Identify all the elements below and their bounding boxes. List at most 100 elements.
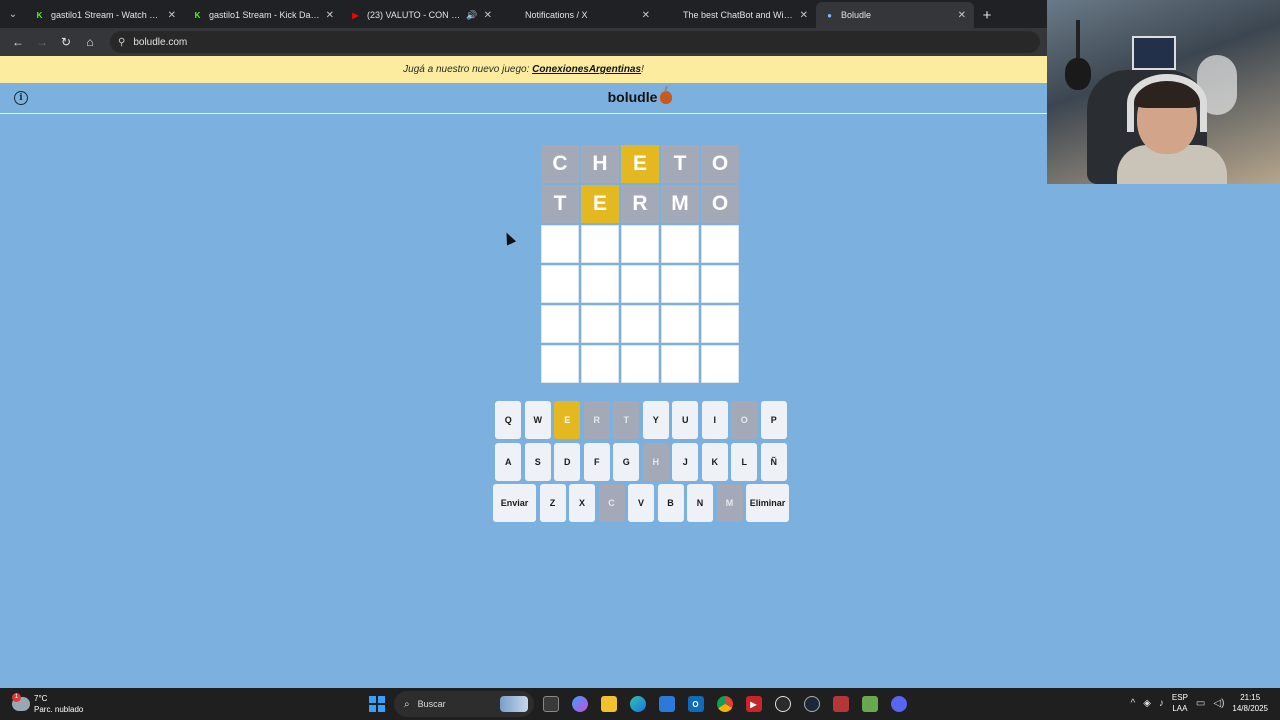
letter-key[interactable]: U [672,401,699,439]
board-tile: R [621,185,659,223]
language-indicator[interactable]: ESP LAA [1172,692,1188,714]
weather-widget[interactable]: 7°C Parc. nublado [12,693,83,715]
back-arrow-icon[interactable]: ← [6,30,30,54]
x-icon: X [510,10,517,20]
edge-icon[interactable] [625,691,650,717]
close-tab-icon[interactable]: ✕ [958,10,966,21]
letter-key[interactable]: N [687,484,713,522]
forward-arrow-icon[interactable]: → [30,30,54,54]
letter-key[interactable]: C [598,484,625,522]
letter-key[interactable]: O [731,401,758,439]
letter-key[interactable]: J [672,442,699,481]
browser-tab[interactable]: X Notifications / X ✕ [500,2,658,28]
browser-tab[interactable]: ◆ The best ChatBot and Widgets ✕ [658,2,816,28]
chatbot-icon: ◆ [668,10,675,20]
board-tile [581,345,619,383]
mixer-app-icon[interactable] [828,691,853,717]
letter-key[interactable]: Ñ [760,442,787,481]
taskbar-search[interactable]: ⌕ Buscar [394,691,534,717]
outlook-icon[interactable]: O [683,691,708,717]
media-app-icon[interactable]: ▶ [741,691,766,717]
letter-key[interactable]: I [701,401,728,439]
copilot-icon[interactable] [567,691,592,717]
new-tab-button[interactable]: + [974,2,1000,28]
home-icon[interactable]: ⌂ [78,30,102,54]
steam-icon[interactable] [799,691,824,717]
browser-tab[interactable]: Kgastilo1 Stream - Watch Live on ✕ [26,2,184,28]
letter-key[interactable]: Z [539,484,566,522]
tray-app-icon[interactable]: ◈ [1143,698,1151,709]
letter-key[interactable]: S [524,442,551,481]
letter-key[interactable]: Q [495,401,522,439]
chrome-icon[interactable] [712,691,737,717]
search-icon: ⌕ [404,698,410,710]
letter-key[interactable]: D [554,442,581,481]
delete-key[interactable]: Eliminar [746,484,789,522]
store-icon[interactable] [654,691,679,717]
letter-key[interactable]: M [716,484,743,522]
board-row [541,345,741,383]
windows-taskbar: 7°C Parc. nublado ⌕ Buscar O ▶ ^ ◈ ♪ ESP [0,688,1280,720]
letter-key[interactable]: F [583,442,610,481]
letter-key[interactable]: K [701,442,728,481]
letter-key[interactable]: Y [642,401,669,439]
close-tab-icon[interactable]: ✕ [800,10,808,21]
board-tile: H [581,145,619,183]
board-tile: O [701,145,739,183]
task-view-icon[interactable] [538,691,563,717]
close-tab-icon[interactable]: ✕ [642,10,650,21]
globe-icon: ● [827,10,832,20]
site-info-icon[interactable]: ⚲ [118,37,125,48]
letter-key[interactable]: X [569,484,595,522]
close-tab-icon[interactable]: ✕ [326,10,334,21]
enter-key[interactable]: Enviar [493,484,536,522]
tab-search-dropdown-icon[interactable]: ⌄ [0,0,26,28]
board-tile: E [621,145,659,183]
close-tab-icon[interactable]: ✕ [484,10,492,21]
board-tile [621,345,659,383]
browser-tab[interactable]: Kgastilo1 Stream - Kick Dashboard ✕ [184,2,342,28]
board-tile [541,305,579,343]
letter-key[interactable]: W [524,401,551,439]
conexiones-argentinas-link[interactable]: ConexionesArgentinas [532,64,641,75]
banner-prefix: Jugá a nuestro nuevo juego: [403,64,530,75]
letter-key[interactable]: R [583,401,610,439]
search-placeholder: Buscar [417,699,446,709]
minecraft-icon[interactable] [857,691,882,717]
browser-toolbar: ← → ↻ ⌂ ⚲ boludle.com [0,28,1047,56]
network-icon[interactable]: ▭ [1196,698,1205,709]
letter-key[interactable]: H [642,442,669,481]
discord-icon[interactable] [886,691,911,717]
board-row [541,225,741,263]
address-bar[interactable]: ⚲ boludle.com [110,31,1040,53]
obs-icon[interactable] [770,691,795,717]
board-tile [621,225,659,263]
letter-key[interactable]: B [657,484,684,522]
board-tile: M [661,185,699,223]
reload-icon[interactable]: ↻ [54,30,78,54]
lang-code: ESP [1171,693,1188,702]
file-explorer-icon[interactable] [596,691,621,717]
clock[interactable]: 21:15 14/8/2025 [1232,692,1268,714]
board-tile: T [661,145,699,183]
game-header: i boludle [0,83,1047,114]
letter-key[interactable]: P [760,401,787,439]
speaker-icon[interactable]: 🔊 [466,10,477,21]
letter-key[interactable]: T [613,401,640,439]
letter-key[interactable]: E [554,401,581,439]
letter-key[interactable]: V [628,484,654,522]
board-tile [701,305,739,343]
letter-key[interactable]: L [731,442,758,481]
board-tile: O [701,185,739,223]
browser-tab[interactable]: ● Boludle ✕ [816,2,974,28]
board-tile [581,305,619,343]
browser-tab-bar: ⌄ Kgastilo1 Stream - Watch Live on✕Kgast… [0,0,1047,28]
microphone-icon[interactable]: ♪ [1159,698,1164,709]
browser-tab[interactable]: ▶ (23) VALUTO - CON EL UNIVERSO 🔊 ✕ [342,2,500,28]
start-button[interactable] [364,691,390,717]
volume-icon[interactable]: ◁) [1213,698,1224,709]
close-tab-icon[interactable]: ✕ [168,10,176,21]
chevron-up-icon[interactable]: ^ [1131,698,1136,709]
letter-key[interactable]: G [613,442,640,481]
letter-key[interactable]: A [495,442,522,481]
